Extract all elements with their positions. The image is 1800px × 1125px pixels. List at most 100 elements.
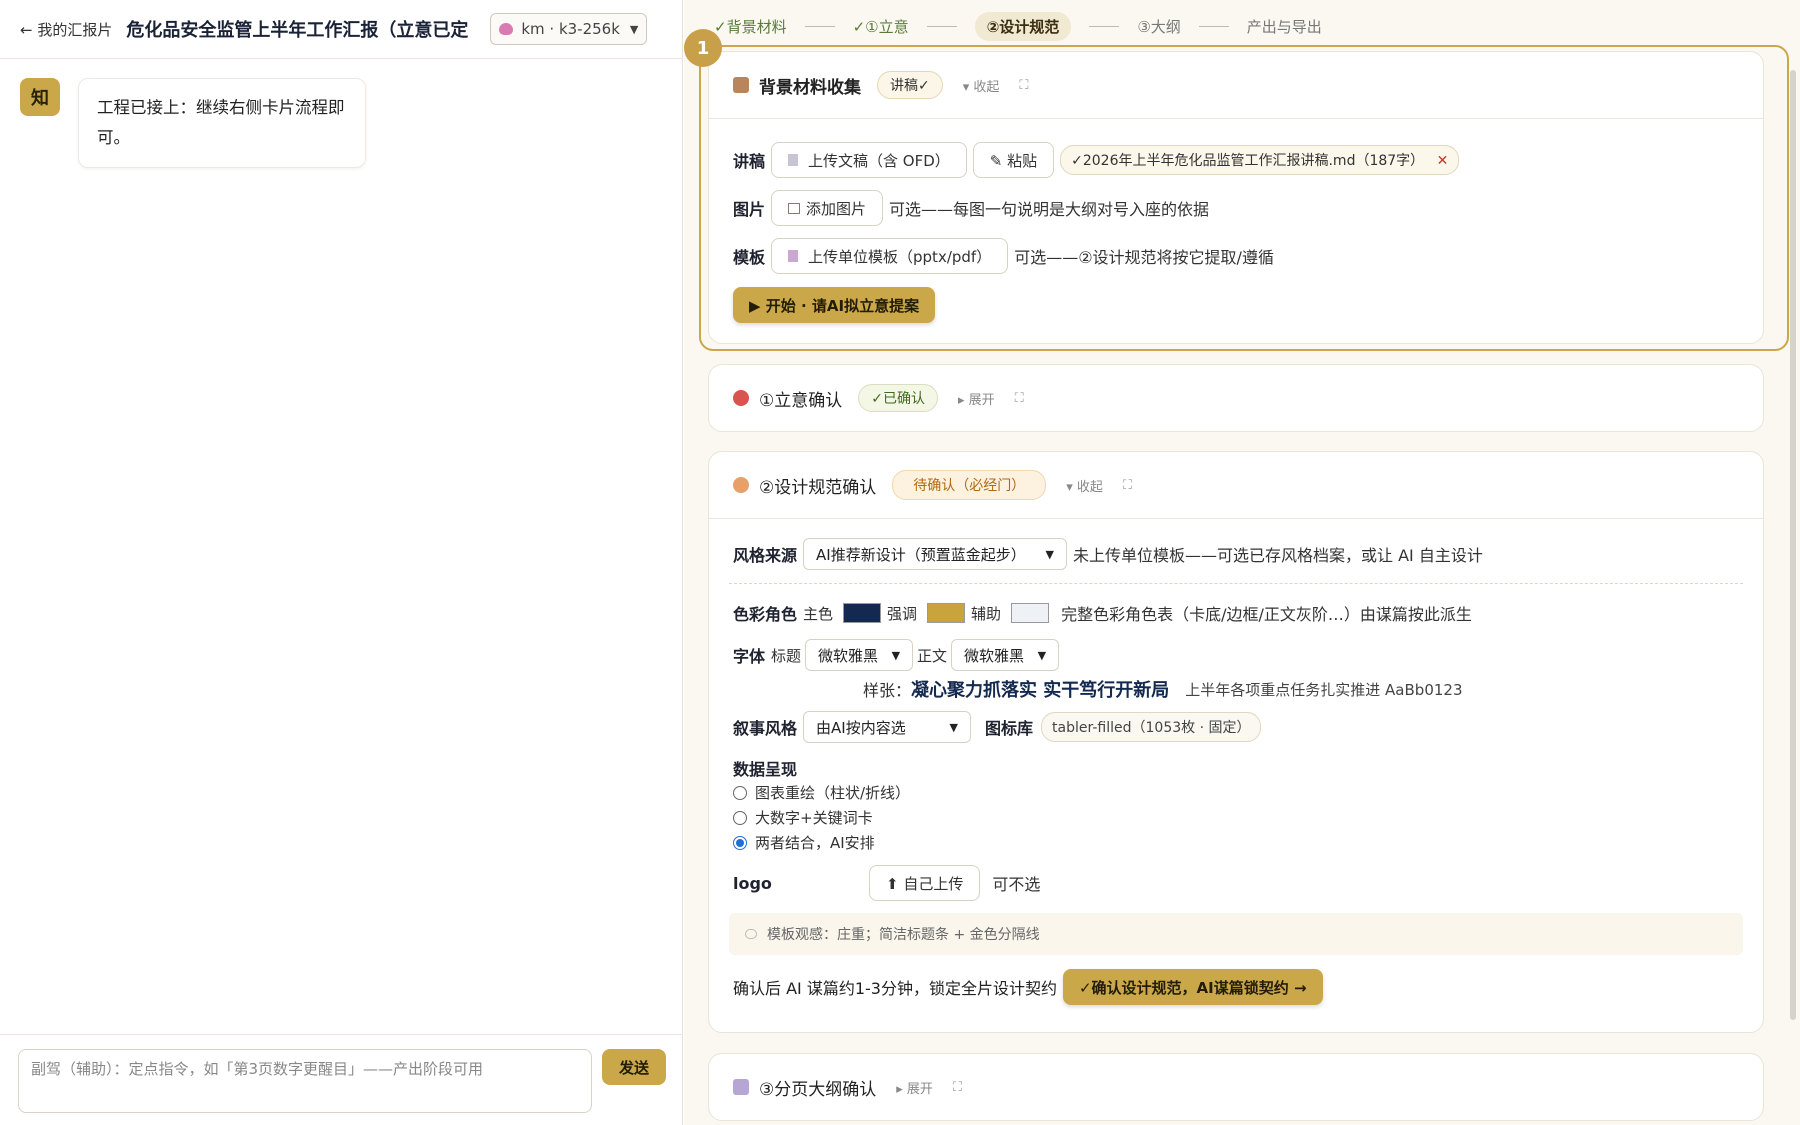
step-connector <box>926 25 957 27</box>
radio-button[interactable] <box>733 785 747 800</box>
accent-color-label: 强调 <box>887 604 918 623</box>
narrative-select[interactable]: 由AI按内容选 ▼ <box>803 711 972 743</box>
data-option[interactable]: 两者结合，AI安排 <box>733 830 1739 855</box>
title-font-select[interactable]: 微软雅黑 ▼ <box>805 639 914 671</box>
card-design: ②设计规范确认 待确认（必经门） ▾ 收起 ⛶ 风格来源 AI推荐新设计（预置蓝… <box>708 451 1764 1033</box>
data-presentation-label: 数据呈现 <box>733 760 798 779</box>
font-body-label: 正文 <box>917 646 948 665</box>
narrative-value: 由AI按内容选 <box>816 718 906 737</box>
confirm-row: 确认后 AI 谋篇约1-3分钟，锁定全片设计契约 ✓确认设计规范，AI谋篇锁契约… <box>709 967 1763 1007</box>
model-select[interactable]: km · k3-256k ▼ <box>490 13 648 45</box>
step-export[interactable]: 产出与导出 <box>1247 16 1322 37</box>
style-source-row: 风格来源 AI推荐新设计（预置蓝金起步） ▼ 未上传单位模板——可选已存风格档案… <box>733 537 1739 571</box>
style-source-label: 风格来源 <box>733 546 798 565</box>
collapse-toggle[interactable]: ▾ 收起 <box>1066 476 1103 495</box>
step-marker: 1 <box>684 29 722 67</box>
chevron-down-icon: ▼ <box>949 720 959 734</box>
font-row: 字体 标题 微软雅黑 ▼ 正文 微软雅黑 ▼ <box>733 638 1739 672</box>
card-title: ①立意确认 <box>759 390 843 411</box>
focus-highlight <box>699 45 1789 351</box>
comment-icon <box>745 929 757 939</box>
chevron-down-icon: ▼ <box>629 22 639 36</box>
outline-icon <box>733 1079 749 1095</box>
step-intent[interactable]: ✓①立意 <box>853 16 909 37</box>
step-background[interactable]: ✓背景材料 <box>714 16 787 37</box>
brain-icon <box>499 23 514 35</box>
sample-body: 上半年各项重点任务扎实推进 AaBb0123 <box>1185 680 1463 699</box>
chat-header: ← 我的汇报片 危化品安全监管上半年工作汇报（立意已定 km · k3-256k… <box>0 0 682 59</box>
chevron-down-icon: ▼ <box>891 648 901 662</box>
logo-upload-button[interactable]: ⬆ 自己上传 <box>869 865 981 901</box>
chat-input[interactable]: 副驾（辅助）：定点指令，如「第3页数字更醒目」——产出阶段可用 <box>18 1049 592 1113</box>
step-design[interactable]: ②设计规范 <box>974 11 1072 41</box>
card-header: ③分页大纲确认 ▸ 展开 ⛶ <box>709 1054 1763 1120</box>
font-title-label: 标题 <box>771 646 802 665</box>
style-source-select[interactable]: AI推荐新设计（预置蓝金起步） ▼ <box>803 538 1068 570</box>
style-source-value: AI推荐新设计（预置蓝金起步） <box>816 545 1026 564</box>
status-badge: 待确认（必经门） <box>892 470 1047 500</box>
primary-color-swatch[interactable] <box>843 603 882 623</box>
template-note-text: 模板观感：庄重；简洁标题条 + 金色分隔线 <box>767 927 1040 943</box>
radio-button-selected[interactable] <box>733 835 747 850</box>
font-label: 字体 <box>733 647 766 666</box>
card-header: ②设计规范确认 待确认（必经门） ▾ 收起 ⛶ <box>709 452 1763 518</box>
step-connector <box>804 25 835 27</box>
narrative-row: 叙事风格 由AI按内容选 ▼ 图标库 tabler-filled（1053枚 ·… <box>733 710 1739 744</box>
logo-hint: 可不选 <box>992 875 1041 894</box>
card-outline: ③分页大纲确认 ▸ 展开 ⛶ <box>708 1053 1764 1121</box>
iconlib-chip: tabler-filled（1053枚 · 固定） <box>1041 712 1262 742</box>
workflow-pane: ✓背景材料 ✓①立意 ②设计规范 ③大纲 产出与导出 背景材料收集 讲稿✓ ▾ … <box>684 0 1800 1125</box>
palette-icon <box>733 477 749 493</box>
card-intent: ①立意确认 ✓已确认 ▸ 展开 ⛶ <box>708 364 1764 432</box>
back-link[interactable]: ← 我的汇报片 <box>20 19 112 40</box>
body-font-value: 微软雅黑 <box>964 646 1025 665</box>
fullscreen-icon[interactable]: ⛶ <box>953 1080 962 1095</box>
color-hint: 完整色彩角色表（卡底/边框/正文灰阶…）由谋篇按此派生 <box>1061 605 1472 624</box>
logo-label: logo <box>733 873 772 893</box>
font-sample-row: 样张： 凝心聚力抓落实 实干笃行开新局 上半年各项重点任务扎实推进 AaBb01… <box>733 674 1739 704</box>
card-title: ③分页大纲确认 <box>759 1079 877 1100</box>
chevron-down-icon: ▼ <box>1045 547 1055 561</box>
chat-input-bar: 副驾（辅助）：定点指令，如「第3页数字更醒目」——产出阶段可用 发送 <box>0 1034 683 1125</box>
accent-color-swatch[interactable] <box>927 603 966 623</box>
logo-row: logo ⬆ 自己上传 可不选 <box>733 863 1739 903</box>
radio-button[interactable] <box>733 810 747 825</box>
document-title: 危化品安全监管上半年工作汇报（立意已定 <box>126 20 469 41</box>
chat-pane: ← 我的汇报片 危化品安全监管上半年工作汇报（立意已定 km · k3-256k… <box>0 0 683 1125</box>
sample-label: 样张： <box>863 681 912 700</box>
template-note: 模板观感：庄重；简洁标题条 + 金色分隔线 <box>729 913 1743 955</box>
primary-color-label: 主色 <box>803 604 834 623</box>
data-option[interactable]: 图表重绘（柱状/折线） <box>733 780 1739 805</box>
data-option-label: 图表重绘（柱状/折线） <box>755 784 911 802</box>
color-label: 色彩角色 <box>733 605 798 624</box>
title-font-value: 微软雅黑 <box>818 646 879 665</box>
scrollbar[interactable] <box>1790 70 1796 1020</box>
card-title: ②设计规范确认 <box>759 477 877 498</box>
assistant-avatar: 知 <box>20 78 60 116</box>
step-connector <box>1198 25 1229 27</box>
aux-color-label: 辅助 <box>971 604 1002 623</box>
narrative-label: 叙事风格 <box>733 719 798 738</box>
data-option[interactable]: 大数字+关键词卡 <box>733 805 1739 830</box>
data-option-label: 大数字+关键词卡 <box>755 809 873 827</box>
fullscreen-icon[interactable]: ⛶ <box>1015 391 1024 406</box>
model-select-value: km · k3-256k <box>521 20 620 38</box>
data-option-label: 两者结合，AI安排 <box>755 834 875 852</box>
step-outline[interactable]: ③大纲 <box>1137 16 1180 37</box>
aux-color-swatch[interactable] <box>1011 603 1050 623</box>
expand-toggle[interactable]: ▸ 展开 <box>958 389 995 408</box>
expand-toggle[interactable]: ▸ 展开 <box>896 1078 933 1097</box>
confirm-hint: 确认后 AI 谋篇约1-3分钟，锁定全片设计契约 <box>733 979 1057 998</box>
sample-title: 凝心聚力抓落实 实干笃行开新局 <box>911 680 1170 701</box>
step-connector <box>1089 25 1120 27</box>
style-source-hint: 未上传单位模板——可选已存风格档案，或让 AI 自主设计 <box>1073 546 1483 565</box>
iconlib-label: 图标库 <box>985 719 1034 738</box>
send-button[interactable]: 发送 <box>602 1049 666 1085</box>
target-icon <box>733 390 749 406</box>
chat-message: 工程已接上：继续右侧卡片流程即可。 <box>78 78 366 168</box>
chevron-down-icon: ▼ <box>1037 648 1047 662</box>
status-badge: ✓已确认 <box>858 384 938 412</box>
fullscreen-icon[interactable]: ⛶ <box>1123 478 1132 493</box>
body-font-select[interactable]: 微软雅黑 ▼ <box>951 639 1060 671</box>
confirm-design-button[interactable]: ✓确认设计规范，AI谋篇锁契约 → <box>1062 969 1323 1005</box>
